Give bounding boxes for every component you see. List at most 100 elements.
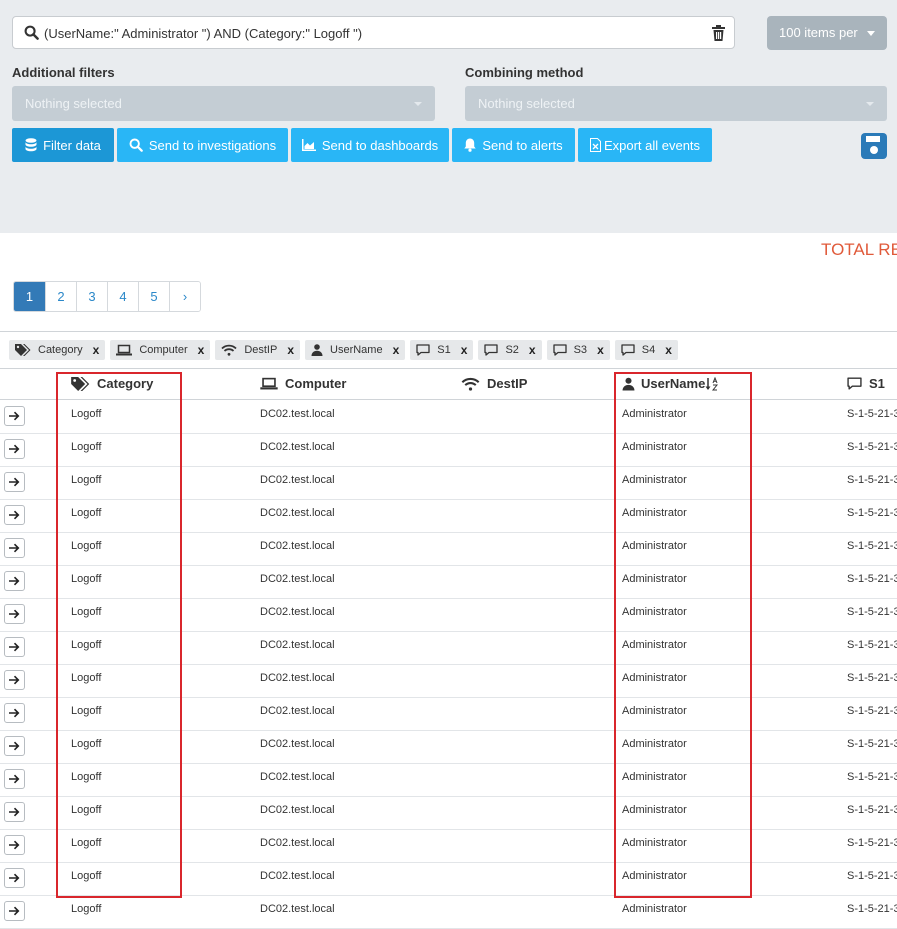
category-cell: Logoff — [71, 441, 102, 453]
open-event-button[interactable] — [4, 802, 25, 822]
filter-data-button[interactable]: Filter data — [12, 128, 114, 162]
column-chip-destip[interactable]: DestIP x — [215, 340, 301, 360]
close-icon[interactable]: x — [393, 343, 400, 357]
open-event-button[interactable] — [4, 538, 25, 558]
arrow-right-icon — [9, 609, 20, 619]
username-cell: Administrator — [622, 606, 687, 618]
arrow-right-icon — [9, 873, 20, 883]
username-cell: Administrator — [622, 639, 687, 651]
table-row: Logoff DC02.test.local Administrator S-1-5-… — [0, 862, 897, 896]
open-event-button[interactable] — [4, 901, 25, 921]
s1-cell: S-1-5-21-3 — [847, 507, 897, 519]
username-cell: Administrator — [622, 573, 687, 585]
open-event-button[interactable] — [4, 703, 25, 723]
column-chip-s3[interactable]: S3 x — [546, 340, 610, 360]
next-page-button[interactable]: › — [169, 282, 200, 311]
comment-icon — [552, 344, 567, 356]
column-chip-username[interactable]: UserName x — [305, 340, 406, 360]
search-query-text[interactable]: (UserName:" Administrator ") AND (Catego… — [44, 26, 362, 41]
comment-icon — [847, 377, 862, 390]
export-all-events-button[interactable]: Export all events — [578, 128, 712, 162]
open-event-button[interactable] — [4, 868, 25, 888]
area-chart-icon — [301, 139, 316, 151]
computer-cell: DC02.test.local — [260, 540, 335, 552]
arrow-right-icon — [9, 642, 20, 652]
column-chip-category[interactable]: Category x — [9, 340, 106, 360]
s1-cell: S-1-5-21-3 — [847, 606, 897, 618]
category-cell: Logoff — [71, 771, 102, 783]
user-icon — [311, 344, 323, 356]
combining-method-select[interactable]: Nothing selected — [465, 86, 887, 121]
column-header-destip[interactable]: DestIP — [461, 376, 527, 391]
table-row: Logoff DC02.test.local Administrator S-1-5-… — [0, 796, 897, 830]
open-event-button[interactable] — [4, 604, 25, 624]
close-icon[interactable]: x — [93, 343, 100, 357]
arrow-right-icon — [9, 774, 20, 784]
username-cell: Administrator — [622, 870, 687, 882]
column-chip-s1[interactable]: S1 x — [410, 340, 474, 360]
close-icon[interactable]: x — [529, 343, 536, 357]
open-event-button[interactable] — [4, 736, 25, 756]
open-event-button[interactable] — [4, 835, 25, 855]
table-row: Logoff DC02.test.local Administrator S-1-5-… — [0, 895, 897, 929]
close-icon[interactable]: x — [461, 343, 468, 357]
page-2-button[interactable]: 2 — [45, 282, 76, 311]
send-to-investigations-button[interactable]: Send to investigations — [117, 128, 288, 162]
open-event-button[interactable] — [4, 439, 25, 459]
column-chip-s2[interactable]: S2 x — [478, 340, 542, 360]
search-input[interactable]: (UserName:" Administrator ") AND (Catego… — [12, 16, 735, 49]
computer-cell: DC02.test.local — [260, 738, 335, 750]
column-chip-label: S2 — [505, 344, 519, 356]
category-cell: Logoff — [71, 408, 102, 420]
username-cell: Administrator — [622, 804, 687, 816]
open-event-button[interactable] — [4, 505, 25, 525]
page-3-button[interactable]: 3 — [76, 282, 107, 311]
close-icon[interactable]: x — [597, 343, 604, 357]
trash-icon[interactable] — [712, 25, 725, 41]
open-event-button[interactable] — [4, 670, 25, 690]
computer-cell: DC02.test.local — [260, 771, 335, 783]
arrow-right-icon — [9, 444, 20, 454]
open-event-button[interactable] — [4, 472, 25, 492]
table-row: Logoff DC02.test.local Administrator S-1-5-… — [0, 697, 897, 731]
column-chip-s4[interactable]: S4 x — [614, 340, 678, 360]
column-header-label: Computer — [285, 376, 347, 391]
save-icon[interactable] — [861, 133, 887, 159]
table-row: Logoff DC02.test.local Administrator S-1-5-… — [0, 664, 897, 698]
column-chip-label: S1 — [437, 344, 451, 356]
arrow-right-icon — [9, 411, 20, 421]
items-per-page-dropdown[interactable]: 100 items per — [767, 16, 887, 50]
column-header-computer[interactable]: Computer — [260, 376, 346, 391]
send-to-dashboards-button[interactable]: Send to dashboards — [291, 128, 449, 162]
comment-icon — [416, 344, 430, 356]
column-header-label: UserName — [641, 376, 706, 391]
send-to-alerts-button[interactable]: Send to alerts — [452, 128, 575, 162]
divider — [0, 331, 897, 332]
category-cell: Logoff — [71, 837, 102, 849]
close-icon[interactable]: x — [198, 343, 205, 357]
additional-filters-select[interactable]: Nothing selected — [12, 86, 435, 121]
column-header-s1[interactable]: S1 — [847, 376, 885, 391]
close-icon[interactable]: x — [665, 343, 672, 357]
page-5-button[interactable]: 5 — [138, 282, 169, 311]
arrow-right-icon — [9, 543, 20, 553]
combining-method-placeholder: Nothing selected — [478, 96, 575, 111]
open-event-button[interactable] — [4, 406, 25, 426]
column-chip-computer[interactable]: Computer x — [110, 340, 211, 360]
s1-cell: S-1-5-21-3 — [847, 837, 897, 849]
open-event-button[interactable] — [4, 769, 25, 789]
arrow-right-icon — [9, 510, 20, 520]
sort-ascending-icon[interactable] — [705, 376, 719, 391]
combining-method-label: Combining method — [465, 65, 584, 80]
table-row: Logoff DC02.test.local Administrator S-1-5-… — [0, 466, 897, 500]
page-1-button[interactable]: 1 — [14, 282, 45, 311]
laptop-icon — [260, 377, 278, 390]
close-icon[interactable]: x — [287, 343, 294, 357]
total-results-label: TOTAL RE — [821, 240, 897, 259]
column-header-category[interactable]: Category — [71, 376, 153, 391]
username-cell: Administrator — [622, 837, 687, 849]
open-event-button[interactable] — [4, 571, 25, 591]
page-4-button[interactable]: 4 — [107, 282, 138, 311]
open-event-button[interactable] — [4, 637, 25, 657]
column-header-username[interactable]: UserName — [622, 376, 719, 391]
